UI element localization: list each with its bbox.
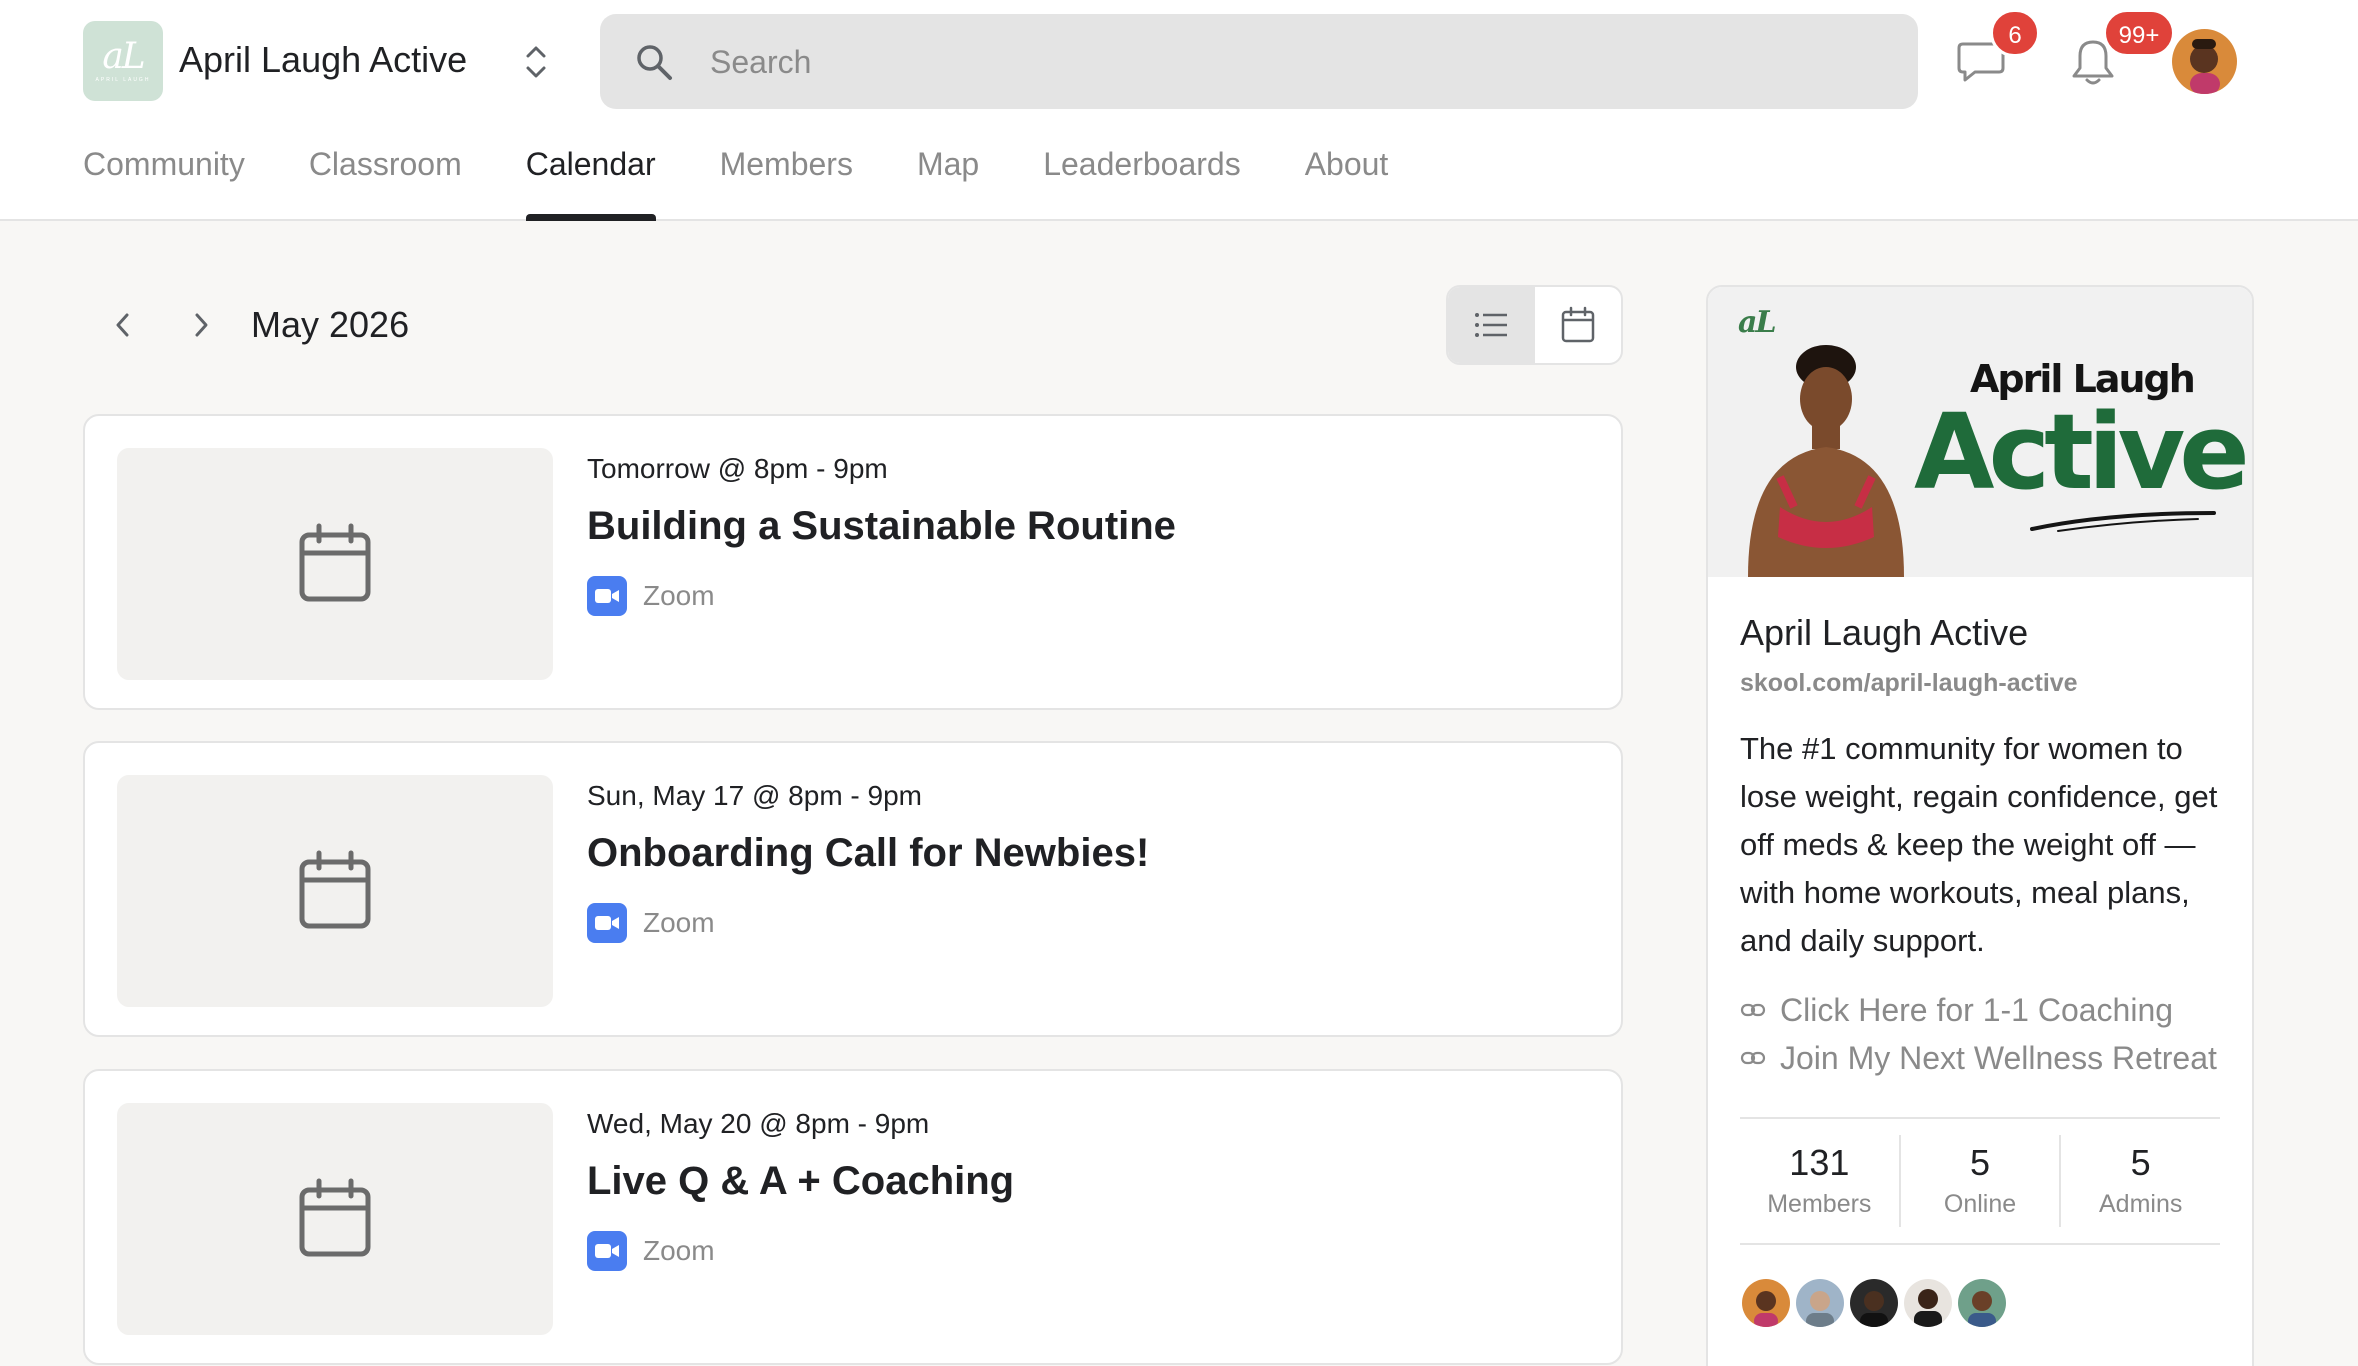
event-title[interactable]: Building a Sustainable Routine: [587, 500, 1176, 552]
group-banner: aL April Laugh Active: [1708, 287, 2252, 577]
chevron-up-down-icon: [526, 46, 546, 78]
retreat-link-label: Join My Next Wellness Retreat: [1780, 1039, 2217, 1076]
group-stats: 131 Members 5 Online 5 Admins: [1740, 1117, 2220, 1245]
coaching-link[interactable]: Click Here for 1-1 Coaching: [1740, 987, 2173, 1033]
tab-leaderboards[interactable]: Leaderboards: [1043, 140, 1240, 221]
zoom-icon: [587, 903, 627, 943]
group-url[interactable]: skool.com/april-laugh-active: [1740, 665, 2078, 701]
online-count: 5: [1969, 1142, 1991, 1183]
event-card[interactable]: Sun, May 17 @ 8pm - 9pm Onboarding Call …: [83, 741, 1623, 1037]
notifications-badge: 99+: [2103, 9, 2175, 57]
event-time: Sun, May 17 @ 8pm - 9pm: [587, 780, 923, 811]
online-label: Online: [1943, 1190, 2017, 1218]
admins-label: Admins: [2098, 1190, 2183, 1218]
group-logo-mark: aL: [102, 36, 145, 77]
group-name[interactable]: April Laugh Active: [179, 36, 467, 84]
calendar-icon: [299, 1178, 371, 1257]
event-card[interactable]: Tomorrow @ 8pm - 9pm Building a Sustaina…: [83, 414, 1623, 710]
group-logo[interactable]: aL APRIL LAUGH: [83, 21, 163, 101]
event-time: Tomorrow @ 8pm - 9pm: [587, 453, 888, 484]
link-icon: [1740, 1003, 1766, 1017]
main-tabs: Community Classroom Calendar Members Map…: [83, 140, 1452, 221]
member-avatar[interactable]: [1740, 1277, 1792, 1329]
group-logo-subtext: APRIL LAUGH: [95, 77, 151, 83]
current-month-label: May 2026: [251, 304, 410, 345]
tab-members[interactable]: Members: [720, 140, 853, 221]
members-count: 131: [1789, 1142, 1850, 1183]
user-avatar[interactable]: [2172, 29, 2237, 94]
event-title[interactable]: Live Q & A + Coaching: [587, 1155, 1014, 1207]
online-stat[interactable]: 5 Online: [1898, 1135, 2060, 1227]
chat-unread-badge: 6: [1990, 9, 2040, 57]
banner-person-image: [1748, 345, 1904, 577]
member-avatar[interactable]: [1848, 1277, 1900, 1329]
group-description: The #1 community for women to lose weigh…: [1740, 731, 2218, 958]
event-platform: Zoom: [587, 576, 715, 616]
member-avatar[interactable]: [1794, 1277, 1846, 1329]
retreat-link[interactable]: Join My Next Wellness Retreat: [1740, 1035, 2217, 1081]
search-input[interactable]: [710, 34, 1890, 90]
view-toggle: [1446, 285, 1623, 365]
tab-classroom[interactable]: Classroom: [309, 140, 462, 221]
next-month-button[interactable]: [176, 300, 226, 350]
tab-about[interactable]: About: [1305, 140, 1389, 221]
member-avatars: [1740, 1277, 2010, 1329]
event-time: Wed, May 20 @ 8pm - 9pm: [587, 1108, 930, 1139]
chevron-right-icon: [195, 313, 208, 337]
banner-title-line2: Active: [1914, 391, 2250, 513]
group-switcher-button[interactable]: [516, 38, 556, 86]
event-thumbnail: [117, 775, 553, 1007]
banner-swoosh-graphic: [2030, 511, 2216, 532]
event-card[interactable]: Wed, May 20 @ 8pm - 9pm Live Q & A + Coa…: [83, 1069, 1623, 1365]
list-view-button[interactable]: [1448, 287, 1535, 363]
list-icon: [1475, 313, 1508, 337]
admins-count: 5: [2130, 1142, 2151, 1183]
group-info-card: aL April Laugh Active April Laugh Active…: [1706, 285, 2254, 1366]
search-icon: [637, 45, 672, 80]
members-label: Members: [1767, 1190, 1872, 1218]
event-platform: Zoom: [587, 1231, 715, 1271]
tab-map[interactable]: Map: [917, 140, 979, 221]
link-icon: [1740, 1051, 1766, 1065]
event-platform: Zoom: [587, 903, 715, 943]
group-title: April Laugh Active: [1740, 612, 2029, 653]
event-platform-label: Zoom: [643, 1235, 715, 1266]
members-stat[interactable]: 131 Members: [1740, 1119, 1899, 1243]
event-title[interactable]: Onboarding Call for Newbies!: [587, 827, 1149, 879]
tab-community[interactable]: Community: [83, 140, 245, 221]
chevron-left-icon: [116, 313, 129, 337]
event-platform-label: Zoom: [643, 580, 715, 611]
banner-logo: aL: [1738, 305, 1777, 340]
admins-stat[interactable]: 5 Admins: [2059, 1135, 2220, 1227]
calendar-icon: [299, 523, 371, 602]
top-header: aL APRIL LAUGH April Laugh Active 6 99+: [0, 0, 2358, 221]
coaching-link-label: Click Here for 1-1 Coaching: [1780, 991, 2174, 1028]
calendar-icon: [1561, 306, 1594, 343]
calendar-view-button[interactable]: [1535, 287, 1622, 363]
tab-calendar[interactable]: Calendar: [525, 140, 656, 221]
zoom-icon: [587, 1231, 627, 1271]
event-platform-label: Zoom: [643, 907, 715, 938]
calendar-icon: [299, 850, 371, 929]
zoom-icon: [587, 576, 627, 616]
avatar-image: [2172, 29, 2237, 94]
event-thumbnail: [117, 448, 553, 680]
member-avatar[interactable]: [1902, 1277, 1954, 1329]
search-bar[interactable]: [600, 14, 1918, 109]
previous-month-button[interactable]: [98, 300, 148, 350]
event-thumbnail: [117, 1103, 553, 1335]
member-avatar[interactable]: [1956, 1277, 2008, 1329]
